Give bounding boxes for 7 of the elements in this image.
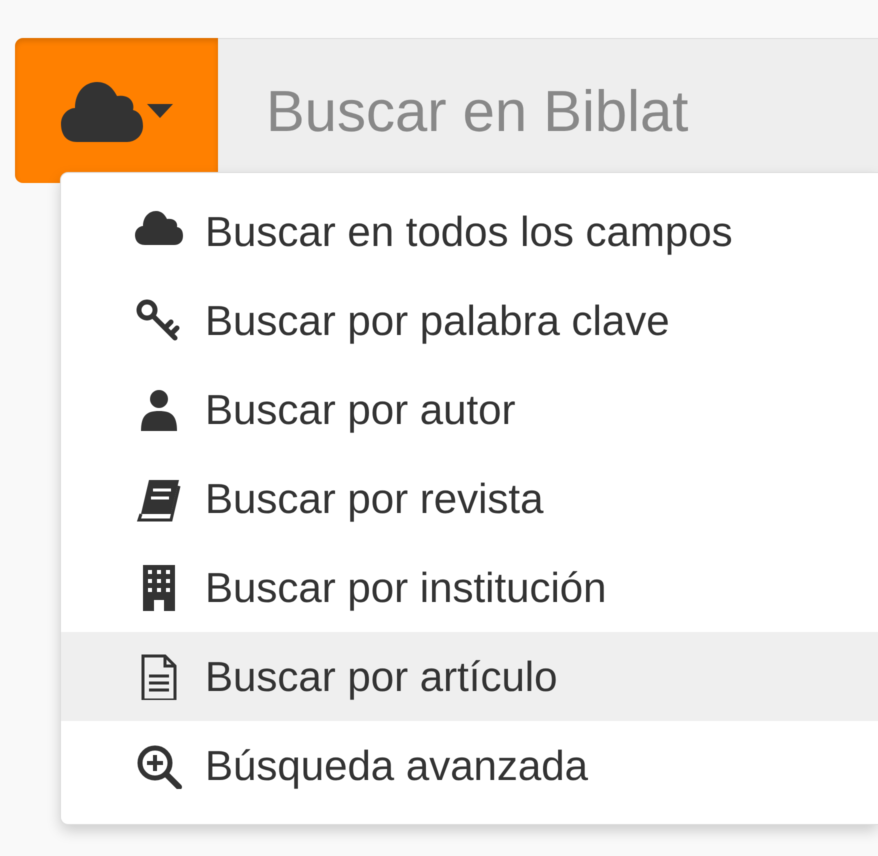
menu-item[interactable]: Buscar por artículo [61, 632, 878, 721]
menu-item[interactable]: Búsqueda avanzada [61, 721, 878, 810]
menu-item[interactable]: Buscar en todos los campos [61, 187, 878, 276]
menu-item[interactable]: Buscar por institución [61, 543, 878, 632]
menu-item[interactable]: Buscar por autor [61, 365, 878, 454]
menu-item[interactable]: Buscar por palabra clave [61, 276, 878, 365]
menu-item[interactable]: Buscar por revista [61, 454, 878, 543]
